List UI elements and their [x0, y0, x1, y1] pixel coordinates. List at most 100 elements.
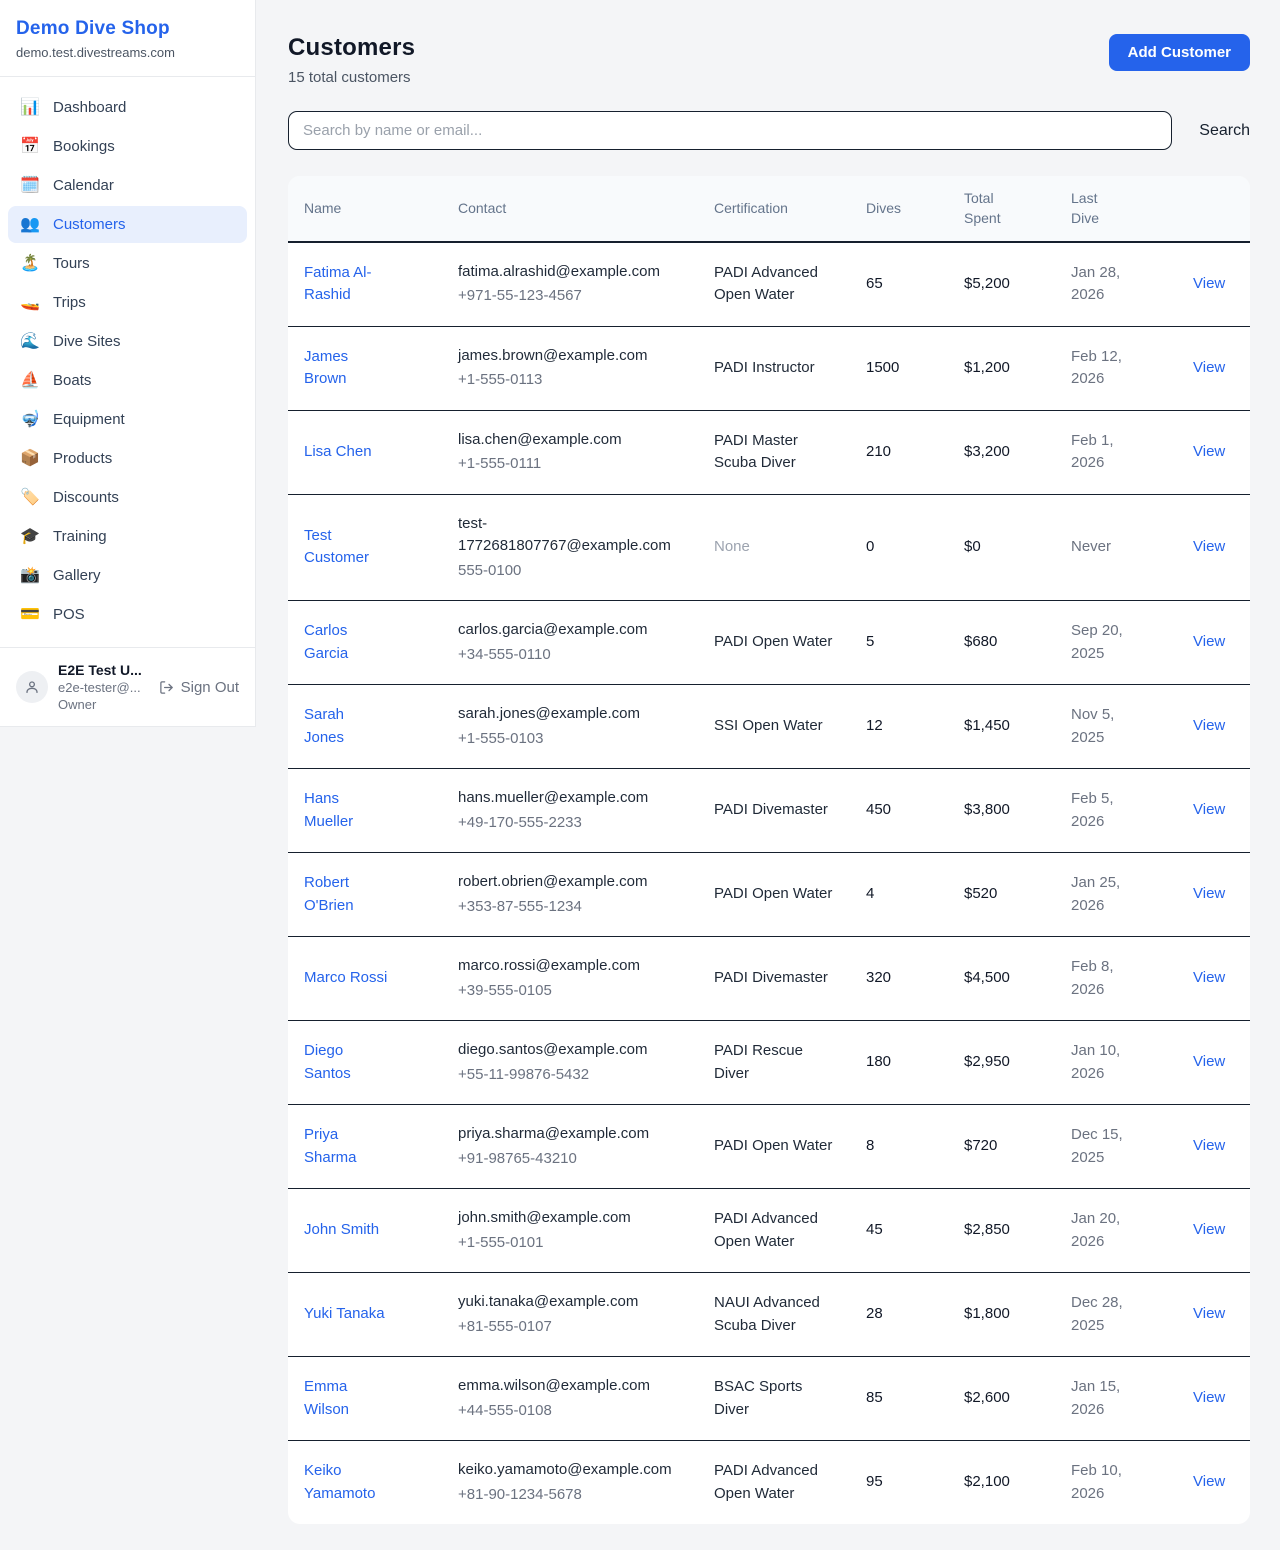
search-input[interactable]	[288, 111, 1172, 150]
dashboard-icon: 📊	[20, 100, 40, 116]
customer-email: robert.obrien@example.com	[458, 871, 682, 894]
customer-dives: 4	[850, 853, 948, 937]
customer-name-link[interactable]: Emma Wilson	[304, 1378, 349, 1418]
equipment-icon: 🤿	[20, 412, 40, 428]
pos-icon: 💳	[20, 607, 40, 623]
table-row: Carlos Garcia carlos.garcia@example.com …	[288, 601, 1250, 685]
sidebar-item-discounts[interactable]: 🏷️ Discounts	[8, 479, 247, 516]
column-header: Total Spent	[948, 176, 1055, 242]
customer-total-spent: $3,200	[948, 410, 1055, 494]
sign-out-icon	[159, 680, 174, 695]
view-customer-link[interactable]: View	[1193, 1137, 1225, 1154]
search-row: Search	[288, 111, 1250, 150]
customer-total-spent: $1,450	[948, 685, 1055, 769]
sidebar-item-customers[interactable]: 👥 Customers	[8, 206, 247, 243]
view-customer-link[interactable]: View	[1193, 1305, 1225, 1322]
column-header: Contact	[442, 176, 698, 242]
products-icon: 📦	[20, 451, 40, 467]
sidebar-item-pos[interactable]: 💳 POS	[8, 596, 247, 633]
customer-name-link[interactable]: Priya Sharma	[304, 1126, 357, 1166]
sidebar-item-gallery[interactable]: 📸 Gallery	[8, 557, 247, 594]
view-customer-link[interactable]: View	[1193, 633, 1225, 650]
shop-domain: demo.test.divestreams.com	[16, 45, 239, 60]
customer-name-link[interactable]: Fatima Al-Rashid	[304, 264, 372, 304]
customer-phone: +1-555-0103	[458, 728, 682, 751]
sidebar-item-boats[interactable]: ⛵ Boats	[8, 362, 247, 399]
search-button[interactable]: Search	[1199, 122, 1250, 140]
tours-icon: 🏝️	[20, 256, 40, 272]
sidebar-item-calendar[interactable]: 🗓️ Calendar	[8, 167, 247, 204]
customer-last-dive: Sep 20, 2025	[1055, 601, 1161, 685]
customer-phone: 555-0100	[458, 560, 682, 583]
view-customer-link[interactable]: View	[1193, 275, 1225, 292]
sidebar-item-dashboard[interactable]: 📊 Dashboard	[8, 89, 247, 126]
user-name: E2E Test U...	[58, 662, 149, 678]
customer-certification: PADI Rescue Diver	[698, 1021, 850, 1105]
view-customer-link[interactable]: View	[1193, 1473, 1225, 1490]
customer-last-dive: Jan 15, 2026	[1055, 1357, 1161, 1441]
sign-out-button[interactable]: Sign Out	[159, 679, 239, 696]
customers-icon: 👥	[20, 217, 40, 233]
table-row: Priya Sharma priya.sharma@example.com +9…	[288, 1105, 1250, 1189]
customer-total-spent: $3,800	[948, 769, 1055, 853]
customer-last-dive: Feb 10, 2026	[1055, 1441, 1161, 1525]
sidebar-item-bookings[interactable]: 📅 Bookings	[8, 128, 247, 165]
page-header: Customers 15 total customers Add Custome…	[288, 34, 1250, 86]
table-row: Emma Wilson emma.wilson@example.com +44-…	[288, 1357, 1250, 1441]
customer-last-dive: Never	[1055, 494, 1161, 601]
sidebar-item-equipment[interactable]: 🤿 Equipment	[8, 401, 247, 438]
customer-name-link[interactable]: Hans Mueller	[304, 790, 353, 830]
table-row: Fatima Al-Rashid fatima.alrashid@example…	[288, 242, 1250, 327]
view-customer-link[interactable]: View	[1193, 443, 1225, 460]
view-customer-link[interactable]: View	[1193, 538, 1225, 555]
sidebar-item-products[interactable]: 📦 Products	[8, 440, 247, 477]
customer-total-spent: $720	[948, 1105, 1055, 1189]
sidebar-item-label: Training	[53, 528, 107, 545]
customer-name-link[interactable]: James Brown	[304, 348, 348, 388]
sidebar-item-tours[interactable]: 🏝️ Tours	[8, 245, 247, 282]
customer-dives: 5	[850, 601, 948, 685]
table-header-row: NameContactCertificationDivesTotal Spent…	[288, 176, 1250, 242]
view-customer-link[interactable]: View	[1193, 1389, 1225, 1406]
customer-total-spent: $2,100	[948, 1441, 1055, 1525]
sidebar-item-label: Equipment	[53, 411, 125, 428]
customer-phone: +49-170-555-2233	[458, 812, 682, 835]
view-customer-link[interactable]: View	[1193, 1221, 1225, 1238]
customer-name-link[interactable]: Carlos Garcia	[304, 622, 348, 662]
view-customer-link[interactable]: View	[1193, 717, 1225, 734]
customer-dives: 0	[850, 494, 948, 601]
customer-name-link[interactable]: Diego Santos	[304, 1042, 351, 1082]
sidebar-header: Demo Dive Shop demo.test.divestreams.com	[0, 0, 255, 77]
customer-dives: 45	[850, 1189, 948, 1273]
customer-name-link[interactable]: Marco Rossi	[304, 969, 387, 986]
view-customer-link[interactable]: View	[1193, 359, 1225, 376]
sidebar-item-trips[interactable]: 🚤 Trips	[8, 284, 247, 321]
customer-name-link[interactable]: Robert O'Brien	[304, 874, 354, 914]
calendar-icon: 🗓️	[20, 178, 40, 194]
view-customer-link[interactable]: View	[1193, 969, 1225, 986]
view-customer-link[interactable]: View	[1193, 1053, 1225, 1070]
sidebar-item-training[interactable]: 🎓 Training	[8, 518, 247, 555]
customer-dives: 1500	[850, 326, 948, 410]
customer-name-link[interactable]: John Smith	[304, 1221, 379, 1238]
customer-certification: PADI Open Water	[698, 1105, 850, 1189]
customer-phone: +81-555-0107	[458, 1316, 682, 1339]
view-customer-link[interactable]: View	[1193, 801, 1225, 818]
add-customer-button[interactable]: Add Customer	[1109, 34, 1250, 71]
customer-name-link[interactable]: Lisa Chen	[304, 443, 372, 460]
customer-certification: PADI Master Scuba Diver	[698, 410, 850, 494]
customer-name-link[interactable]: Keiko Yamamoto	[304, 1462, 375, 1502]
page-title-block: Customers 15 total customers	[288, 34, 415, 86]
column-header: Dives	[850, 176, 948, 242]
customer-certification: PADI Advanced Open Water	[698, 1189, 850, 1273]
customers-table: NameContactCertificationDivesTotal Spent…	[288, 176, 1250, 1524]
customer-name-link[interactable]: Sarah Jones	[304, 706, 344, 746]
customer-name-link[interactable]: Yuki Tanaka	[304, 1305, 385, 1322]
customer-total-spent: $5,200	[948, 242, 1055, 327]
table-row: Lisa Chen lisa.chen@example.com +1-555-0…	[288, 410, 1250, 494]
customer-last-dive: Jan 25, 2026	[1055, 853, 1161, 937]
person-icon	[24, 679, 40, 695]
sidebar-item-dive-sites[interactable]: 🌊 Dive Sites	[8, 323, 247, 360]
view-customer-link[interactable]: View	[1193, 885, 1225, 902]
customer-name-link[interactable]: Test Customer	[304, 527, 369, 567]
